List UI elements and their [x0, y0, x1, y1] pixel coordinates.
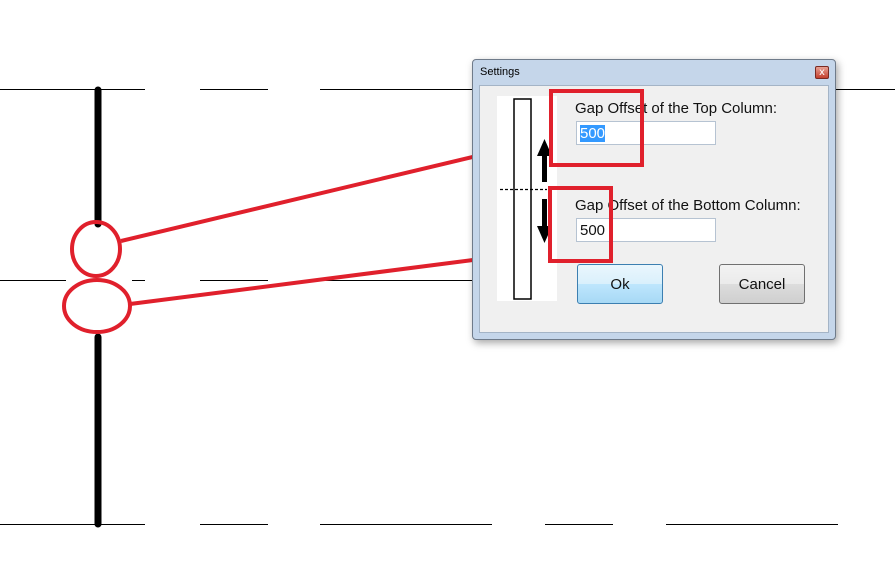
- gap-illustration: [497, 96, 557, 301]
- close-icon: x: [819, 67, 825, 78]
- dialog-titlebar[interactable]: Settings x: [473, 60, 835, 83]
- top-gap-label: Gap Offset of the Top Column:: [575, 100, 778, 117]
- up-arrow-icon: [537, 139, 552, 182]
- ok-button[interactable]: Ok: [577, 264, 663, 304]
- settings-dialog: Settings x Gap Offset of the Top Column:…: [472, 59, 836, 340]
- bottom-gap-label: Gap Offset of the Bottom Column:: [575, 197, 801, 214]
- cancel-button[interactable]: Cancel: [719, 264, 805, 304]
- close-button[interactable]: x: [815, 66, 829, 79]
- dialog-title: Settings: [480, 66, 520, 78]
- dialog-client-area: Gap Offset of the Top Column: Gap Offset…: [479, 85, 829, 333]
- down-arrow-icon: [537, 199, 552, 243]
- bottom-gap-highlight-circle: [62, 278, 132, 334]
- top-gap-input[interactable]: [576, 121, 716, 145]
- top-gap-highlight-circle: [70, 220, 122, 278]
- bottom-gap-input[interactable]: [576, 218, 716, 242]
